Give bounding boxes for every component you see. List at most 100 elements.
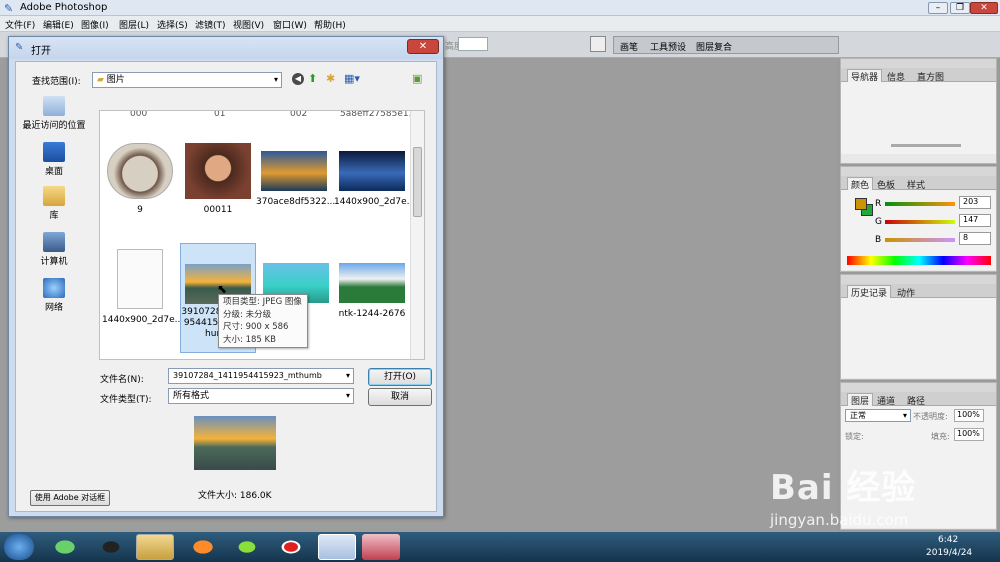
menu-view[interactable]: 视图(V) [233, 18, 264, 31]
chevron-down-icon: ▾ [273, 75, 278, 84]
r-value[interactable]: 203 [959, 196, 991, 209]
b-slider[interactable] [885, 238, 955, 242]
zoom-slider[interactable] [891, 144, 961, 147]
photoshop-taskbar-icon[interactable] [318, 534, 356, 560]
file-item[interactable]: 370ace8df5322... [256, 137, 336, 233]
menu-help[interactable]: 帮助(H) [314, 18, 346, 31]
tab-navigator[interactable]: 导航器 [847, 69, 883, 83]
scrollbar-thumb[interactable] [413, 147, 422, 217]
place-network-label: 网络 [44, 303, 63, 313]
library-icon [43, 186, 65, 206]
folder-icon: ▰ [97, 75, 104, 85]
well-layer-comps[interactable]: 图层复合 [696, 40, 732, 53]
file-thumbnail [339, 263, 405, 303]
recorder-taskbar-icon[interactable] [272, 534, 310, 560]
file-thumbnail [261, 151, 327, 191]
cancel-button[interactable]: 取消 [368, 388, 432, 406]
close-button[interactable]: ✕ [970, 2, 998, 14]
file-name-partial: 000 [130, 110, 148, 119]
file-item[interactable]: 9 [102, 137, 178, 233]
minimize-button[interactable]: – [928, 2, 948, 14]
preview-image [194, 416, 276, 470]
g-value[interactable]: 147 [959, 214, 991, 227]
file-item[interactable]: 1440x900_2d7e... [102, 243, 183, 339]
tab-history[interactable]: 历史记录 [847, 285, 892, 299]
watermark-brand: Bai 经验 [770, 468, 917, 508]
file-item[interactable]: 00011 [180, 137, 256, 233]
folder-go-icon[interactable]: ▣ [412, 72, 422, 85]
app-taskbar-icon[interactable] [228, 534, 266, 560]
file-thumbnail [339, 151, 405, 191]
menu-filter[interactable]: 滤镜(T) [195, 18, 226, 31]
filetype-label: 文件类型(T): [100, 395, 152, 405]
file-name-partial: 5a8eff27585e1... [340, 110, 418, 119]
filename-input[interactable]: 39107284_1411954415923_mthumb ▾ [168, 368, 354, 384]
foreground-color-swatch[interactable] [855, 198, 867, 210]
blend-mode-select[interactable]: 正常 ▾ [845, 409, 911, 422]
file-thumbnail [185, 143, 251, 199]
explorer-taskbar-icon[interactable] [136, 534, 174, 560]
menu-window[interactable]: 窗口(W) [273, 18, 307, 31]
well-tool-presets[interactable]: 工具预设 [650, 40, 686, 53]
place-network[interactable]: 网络 [22, 278, 86, 313]
place-computer-label: 计算机 [40, 257, 68, 267]
view-menu-icon[interactable]: ▦▾ [344, 72, 360, 85]
place-recent[interactable]: 最近访问的位置 [22, 96, 86, 131]
menu-layer[interactable]: 图层(L) [119, 18, 149, 31]
clock-date: 2019/4/24 [926, 548, 973, 558]
navigator-panel: 导航器 信息 直方图 [840, 58, 997, 164]
file-name: 370ace8df5322... [256, 197, 336, 207]
menu-image[interactable]: 图像(I) [81, 18, 109, 31]
browser-taskbar-icon[interactable] [46, 534, 84, 560]
restore-button[interactable]: ❐ [950, 2, 970, 14]
place-desktop[interactable]: 桌面 [22, 142, 86, 177]
chevron-down-icon: ▾ [902, 411, 907, 420]
desktop-icon [43, 142, 65, 162]
menu-select[interactable]: 选择(S) [157, 18, 188, 31]
start-button[interactable] [4, 534, 34, 560]
mouse-cursor-icon: ⬉ [217, 282, 228, 296]
photoshop-icon: ✎ [15, 42, 24, 53]
b-value[interactable]: 8 [959, 232, 991, 245]
qq-taskbar-icon[interactable] [92, 534, 130, 560]
open-button[interactable]: 打开(O) [368, 368, 432, 386]
filename-value: 39107284_1411954415923_mthumb [173, 371, 322, 380]
use-adobe-dialog-button[interactable]: 使用 Adobe 对话框 [30, 490, 110, 506]
new-folder-icon[interactable]: ✱ [326, 72, 335, 85]
place-desktop-label: 桌面 [44, 167, 63, 177]
blend-mode-value: 正常 [850, 411, 866, 420]
filetype-select[interactable]: 所有格式 ▾ [168, 388, 354, 404]
dialog-close-button[interactable]: ✕ [407, 39, 439, 54]
file-list-scrollbar[interactable] [410, 111, 424, 359]
opacity-field[interactable]: 100% [954, 409, 984, 422]
menu-file[interactable]: 文件(F) [5, 18, 35, 31]
chevron-down-icon: ▾ [345, 369, 350, 383]
place-recent-label: 最近访问的位置 [22, 121, 86, 131]
well-brush[interactable]: 画笔 [620, 40, 638, 53]
palette-icon[interactable] [590, 36, 606, 52]
lookin-select[interactable]: ▰ 图片 ▾ [92, 72, 282, 88]
fill-field[interactable]: 100% [954, 428, 984, 441]
g-slider[interactable] [885, 220, 955, 224]
place-library-label: 库 [49, 211, 59, 221]
menu-edit[interactable]: 编辑(E) [43, 18, 74, 31]
r-label: R [875, 199, 882, 209]
fill-label: 填充: [931, 432, 950, 441]
back-icon[interactable]: ◀ [292, 73, 304, 85]
tab-color[interactable]: 颜色 [847, 177, 874, 191]
place-library[interactable]: 库 [22, 186, 86, 221]
baidu-watermark: Bai 经验 jingyan.baidu.com [770, 460, 980, 540]
app2-taskbar-icon[interactable] [362, 534, 400, 560]
file-item[interactable]: ntk-1244-2676 [334, 243, 410, 339]
place-computer[interactable]: 计算机 [22, 232, 86, 267]
app-titlebar: ✎ Adobe Photoshop – ❐ ✕ [0, 0, 1000, 16]
height-field[interactable] [458, 37, 488, 51]
open-dialog: ✎ 打开 ✕ 查找范围(I): ▰ 图片 ▾ ◀ ⬆ ✱ ▦▾ ▣ 最近访问的位… [8, 36, 444, 517]
up-folder-icon[interactable]: ⬆ [308, 72, 317, 85]
tab-layers[interactable]: 图层 [847, 393, 874, 407]
file-item[interactable]: 1440x900_2d7e... [334, 137, 415, 233]
color-spectrum-bar[interactable] [847, 256, 991, 265]
r-slider[interactable] [885, 202, 955, 206]
palette-well: 画笔 工具预设 图层复合 [613, 36, 839, 54]
firefox-taskbar-icon[interactable] [184, 534, 222, 560]
